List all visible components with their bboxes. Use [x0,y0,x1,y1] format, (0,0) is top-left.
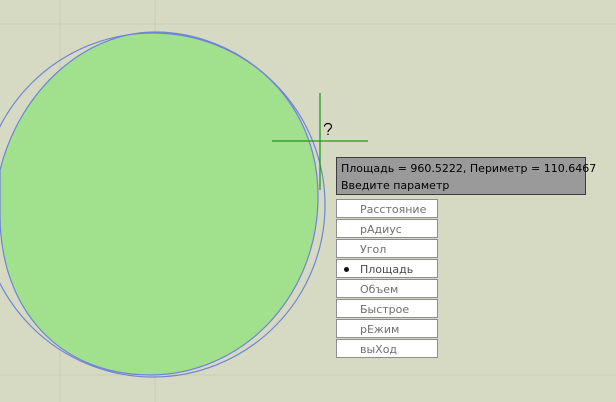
menu-item-label: рАдиус [360,223,402,236]
measured-area-fill [0,31,319,376]
prompt-text: Введите параметр [341,179,450,192]
menu-item-label: выХод [360,343,398,356]
menu-item-label: Расстояние [360,203,427,216]
inquiry-cursor-icon [323,122,333,135]
menu-item-volume[interactable]: Объем [336,279,438,298]
menu-item-label: Площадь [360,263,414,276]
menu-item-label: Объем [360,283,399,296]
menu-item-radius[interactable]: рАдиус [336,219,438,238]
menu-item-angle[interactable]: Угол [336,239,438,258]
drawing-canvas[interactable] [0,0,616,402]
menu-item-mode[interactable]: рЕжим [336,319,438,338]
menu-item-label: Быстрое [360,303,410,316]
area-perimeter-readout: Площадь = 960.5222, Периметр = 110.6467 [341,162,597,175]
menu-item-label: Угол [360,243,387,256]
measure-tooltip: Площадь = 960.5222, Периметр = 110.6467 … [336,157,597,195]
menu-item-exit[interactable]: выХод [336,339,438,358]
menu-item-label: рЕжим [360,323,400,336]
option-menu: Расстояние рАдиус Угол Площадь Объем Быс… [336,199,438,359]
selected-bullet-icon [344,267,349,272]
menu-item-quick[interactable]: Быстрое [336,299,438,318]
menu-item-distance[interactable]: Расстояние [336,199,438,218]
menu-item-area[interactable]: Площадь [336,259,438,278]
